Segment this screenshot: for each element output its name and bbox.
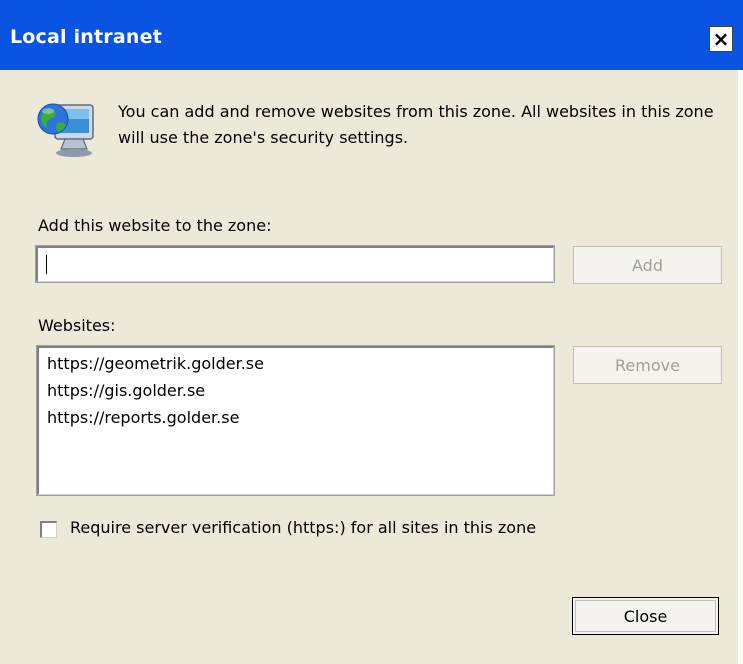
title-bar: Local intranet × — [0, 0, 743, 70]
list-item[interactable]: https://gis.golder.se — [47, 377, 545, 404]
website-url-input[interactable] — [35, 245, 555, 283]
websites-list[interactable]: https://geometrik.golder.se https://gis.… — [36, 345, 555, 496]
require-https-label[interactable]: Require server verification (https:) for… — [70, 518, 536, 537]
dialog-title: Local intranet — [10, 26, 162, 48]
close-button[interactable]: Close — [572, 597, 719, 635]
websites-label: Websites: — [38, 316, 116, 335]
network-computer-globe-icon — [37, 103, 94, 157]
remove-button[interactable]: Remove — [573, 346, 722, 384]
window-edge — [738, 70, 743, 664]
require-https-checkbox[interactable] — [40, 521, 57, 538]
add-button[interactable]: Add — [573, 246, 722, 284]
text-caret — [46, 255, 47, 274]
list-item[interactable]: https://geometrik.golder.se — [47, 350, 545, 377]
zone-description: You can add and remove websites from thi… — [118, 102, 714, 147]
add-website-label: Add this website to the zone: — [38, 216, 272, 235]
list-item[interactable]: https://reports.golder.se — [47, 404, 545, 431]
close-icon[interactable]: × — [709, 26, 733, 52]
